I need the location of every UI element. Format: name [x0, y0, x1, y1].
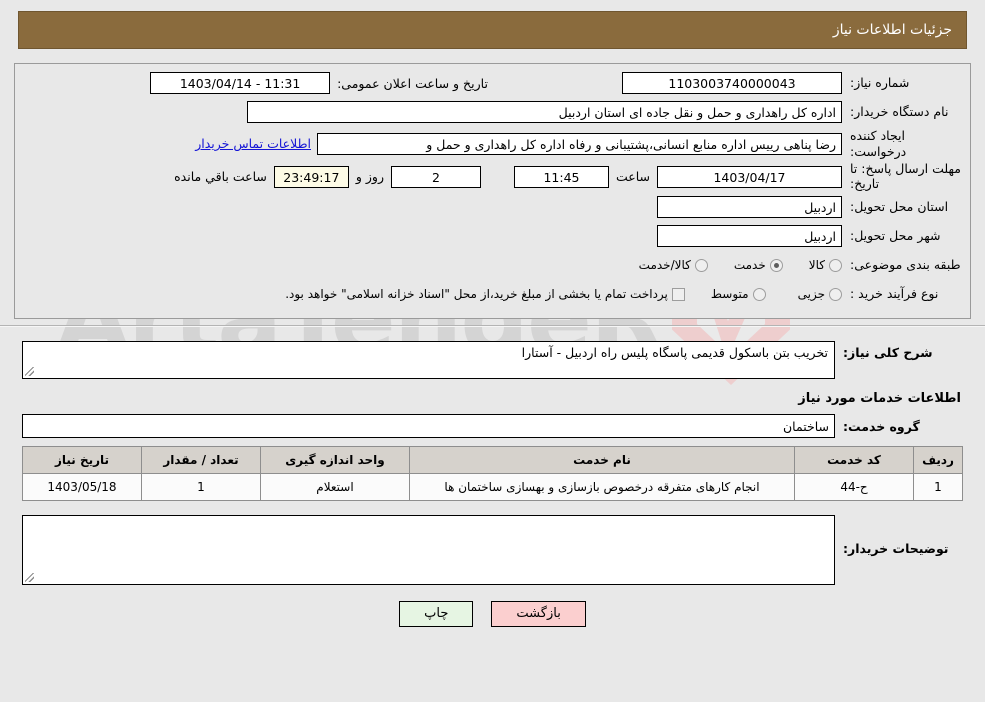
radio-icon[interactable] [829, 258, 842, 272]
row-buyer-org: نام دستگاه خریدار: اداره کل راهداری و حم… [23, 99, 962, 125]
need-details-section: شرح کلی نیاز: تخریب بتن باسکول قدیمی پاس… [14, 333, 971, 633]
cell-quantity: 1 [141, 473, 261, 501]
deadline-time-label: ساعت [615, 169, 650, 185]
purchase-type-option-medium[interactable]: متوسط [711, 287, 766, 301]
row-general-description: شرح کلی نیاز: تخریب بتن باسکول قدیمی پاس… [22, 341, 963, 379]
category-option-goods-service-label: کالا/خدمت [638, 258, 691, 272]
row-need-number: شماره نیاز: 1103003740000043 تاریخ و ساع… [23, 70, 962, 96]
print-button[interactable]: چاپ [399, 601, 474, 627]
col-row-no: ردیف [913, 446, 963, 474]
deadline-time-field[interactable]: 11:45 [513, 165, 609, 188]
province-label: استان محل تحویل: [850, 199, 949, 215]
radio-icon[interactable] [752, 287, 766, 301]
page-title-bar: جزئیات اطلاعات نیاز [18, 11, 967, 49]
page-root: جزئیات اطلاعات نیاز شماره نیاز: 11030037… [0, 11, 985, 633]
col-service-code: کد خدمت [794, 446, 914, 474]
public-announce-label: تاریخ و ساعت اعلان عمومی: [337, 75, 488, 91]
radio-icon[interactable] [829, 287, 842, 301]
row-city: شهر محل تحویل: اردبیل [23, 223, 962, 249]
purchase-type-option-medium-label: متوسط [710, 287, 749, 301]
table-row[interactable]: 1 ح-44 انجام کارهای متفرقه درخصوص بازساز… [22, 473, 963, 501]
deadline-date-field[interactable]: 1403/04/17 [657, 165, 842, 188]
row-service-group: گروه خدمت: ساختمان [22, 414, 963, 438]
row-requester: ایجاد کننده درخواست: رضا پناهی رییس ادار… [23, 128, 962, 159]
page-title: جزئیات اطلاعات نیاز [832, 22, 952, 38]
treasury-note-checkbox-group[interactable]: پرداخت تمام یا بخشی از مبلغ خرید،از محل … [285, 287, 685, 301]
section-divider [0, 325, 985, 327]
cell-unit: استعلام [260, 473, 410, 501]
general-desc-label: شرح کلی نیاز: [843, 345, 933, 360]
col-need-date: تاریخ نیاز [22, 446, 142, 474]
cell-service-name: انجام کارهای متفرقه درخصوص بازسازی و بهس… [409, 473, 795, 501]
services-table: ردیف کد خدمت نام خدمت واحد اندازه گیری ت… [22, 446, 963, 501]
treasury-note-label: پرداخت تمام یا بخشی از مبلغ خرید،از محل … [285, 287, 668, 301]
row-province: استان محل تحویل: اردبیل [23, 194, 962, 220]
checkbox-icon[interactable] [671, 287, 685, 301]
cell-need-date: 1403/05/18 [22, 473, 142, 501]
deadline-label: مهلت ارسال پاسخ: تا تاریخ: [850, 161, 961, 191]
buyer-contact-link[interactable]: اطلاعات تماس خریدار [189, 136, 317, 151]
general-desc-textarea[interactable]: تخریب بتن باسکول قدیمی پاسگاه پلیس راه ا… [22, 341, 835, 379]
cell-service-code: ح-44 [794, 473, 914, 501]
col-unit: واحد اندازه گیری [260, 446, 410, 474]
radio-icon[interactable] [769, 258, 783, 272]
category-option-service[interactable]: خدمت [734, 258, 783, 272]
col-quantity: تعداد / مقدار [141, 446, 261, 474]
action-button-bar: بازگشت چاپ [22, 601, 963, 627]
need-number-field[interactable]: 1103003740000043 [622, 72, 842, 94]
buyer-org-field[interactable]: اداره کل راهداری و حمل و نقل جاده ای است… [247, 101, 842, 123]
deadline-days-label: روز و [355, 169, 384, 185]
col-service-name: نام خدمت [409, 446, 795, 474]
public-announce-field[interactable]: 1403/04/14 - 11:31 [150, 72, 331, 94]
category-option-goods-label: کالا [808, 258, 825, 272]
purchase-type-label: نوع فرآیند خرید : [850, 286, 939, 302]
purchase-type-option-minor[interactable]: جزیی [798, 287, 842, 301]
category-label: طبقه بندی موضوعی: [850, 257, 961, 273]
radio-icon[interactable] [694, 258, 708, 272]
purchase-type-option-minor-label: جزیی [797, 287, 825, 301]
province-field[interactable]: اردبیل [657, 196, 842, 218]
cell-row-no: 1 [913, 473, 963, 501]
need-number-label: شماره نیاز: [850, 75, 910, 91]
category-option-goods-service[interactable]: کالا/خدمت [639, 258, 708, 272]
requester-label: ایجاد کننده درخواست: [850, 128, 907, 159]
row-deadline: مهلت ارسال پاسخ: تا تاریخ: 1403/04/17 سا… [23, 162, 962, 191]
table-header-row: ردیف کد خدمت نام خدمت واحد اندازه گیری ت… [22, 446, 963, 474]
deadline-remaining-label: ساعت باقي مانده [174, 169, 267, 185]
category-option-goods[interactable]: کالا [809, 258, 842, 272]
row-category: طبقه بندی موضوعی: کالا خدمت کالا/خدمت [23, 252, 962, 278]
buyer-notes-label: توضیحات خریدار: [843, 541, 949, 556]
deadline-days-field[interactable]: 2 [390, 165, 481, 188]
row-purchase-type: نوع فرآیند خرید : جزیی متوسط پرداخت تمام… [23, 281, 962, 307]
category-option-service-label: خدمت [733, 258, 766, 272]
need-info-panel: شماره نیاز: 1103003740000043 تاریخ و ساع… [14, 63, 971, 319]
city-label: شهر محل تحویل: [850, 228, 941, 244]
city-field[interactable]: اردبیل [657, 225, 842, 247]
buyer-org-label: نام دستگاه خریدار: [850, 104, 949, 120]
service-group-field[interactable]: ساختمان [22, 414, 835, 438]
row-buyer-notes: توضیحات خریدار: [22, 515, 963, 585]
buyer-notes-textarea[interactable] [22, 515, 835, 585]
deadline-countdown-field: 23:49:17 [273, 165, 349, 188]
back-button[interactable]: بازگشت [491, 601, 586, 627]
services-heading: اطلاعات خدمات مورد نیاز [798, 391, 961, 406]
requester-field[interactable]: رضا پناهی رییس اداره منابع انسانی،پشتیبا… [317, 132, 842, 155]
service-group-label: گروه خدمت: [843, 418, 920, 434]
